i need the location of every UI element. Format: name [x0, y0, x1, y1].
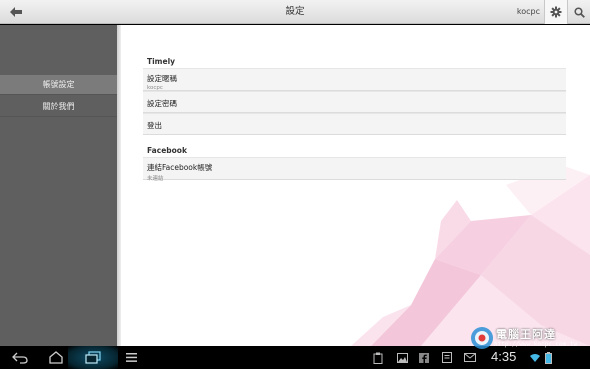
- sidebar-item-account-settings[interactable]: 帳號設定: [0, 75, 117, 95]
- sidebar-item-about-us[interactable]: 關於我們: [0, 97, 117, 117]
- search-button[interactable]: [568, 0, 590, 24]
- gallery-icon[interactable]: [396, 351, 408, 364]
- account-name: kocpc: [516, 7, 540, 16]
- list-item-set-password[interactable]: 設定密碼: [143, 91, 566, 113]
- list-item-set-nickname[interactable]: 設定暱稱 kocpc: [143, 68, 566, 91]
- list-item-title: 設定暱稱: [147, 74, 177, 83]
- watermark-url: http://www.kocpc.com.tw: [494, 341, 578, 348]
- search-icon: [573, 6, 585, 18]
- list-item-title: 連結Facebook帳號: [147, 163, 213, 172]
- menu-icon: [125, 353, 137, 362]
- sidebar: 帳號設定 關於我們: [0, 25, 117, 346]
- section-header-facebook: Facebook: [147, 146, 187, 155]
- watermark-text: 電腦王阿達: [496, 328, 556, 341]
- back-icon: [12, 352, 28, 364]
- nav-menu-button[interactable]: [122, 346, 140, 369]
- list-item-logout[interactable]: 登出: [143, 113, 566, 135]
- recent-apps-icon: [85, 351, 101, 364]
- list-item-subtitle: 未連結: [147, 176, 164, 182]
- facebook-icon[interactable]: [418, 351, 430, 364]
- settings-panel: Timely 設定暱稱 kocpc 設定密碼 登出 Facebook 連結Fac…: [121, 25, 590, 346]
- nav-back-button[interactable]: [8, 346, 32, 369]
- settings-button[interactable]: [544, 0, 568, 24]
- list-item-title: 登出: [147, 121, 162, 130]
- notification-icon[interactable]: [441, 351, 453, 364]
- section-header-timely: Timely: [147, 57, 176, 66]
- gear-icon: [550, 6, 562, 18]
- list-item-link-facebook[interactable]: 連結Facebook帳號 未連結: [143, 157, 566, 182]
- clipboard-icon[interactable]: [372, 351, 384, 364]
- nav-recent-apps-button[interactable]: [81, 346, 105, 369]
- list-item-title: 設定密碼: [147, 99, 177, 108]
- home-icon: [49, 351, 63, 364]
- action-bar: 設定 kocpc: [0, 0, 590, 24]
- page-title: 設定: [285, 6, 305, 17]
- nav-home-button[interactable]: [44, 346, 68, 369]
